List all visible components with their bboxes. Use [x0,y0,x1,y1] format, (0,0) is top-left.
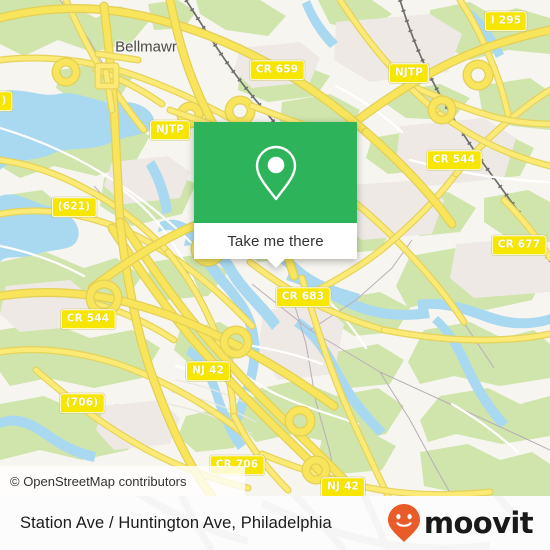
road-shield-i-295[interactable]: I 295 [484,11,528,31]
map-pin-icon [255,145,296,200]
road-shield-njtp-west[interactable]: NJTP [149,120,191,140]
location-title: Station Ave / Huntington Ave, Philadelph… [20,513,332,532]
road-shield-cr-659[interactable]: CR 659 [249,60,305,80]
moovit-pin-smiley-icon [387,504,420,542]
road-shield-cr-544-west[interactable]: CR 544 [60,309,116,329]
attribution-text: © OpenStreetMap contributors [10,473,187,489]
popup-footer[interactable]: Take me there [194,223,357,268]
road-shield-clipped-left[interactable]: ) [0,91,13,111]
take-me-there-button[interactable]: Take me there [227,233,323,250]
map-attribution: © OpenStreetMap contributors [0,466,245,496]
road-shield-621[interactable]: (621) [51,197,97,217]
road-shield-nj-42-south[interactable]: NJ 42 [321,477,365,496]
moovit-map-screenshot: .lc { fill:#cfe5ab; } .wat { fill:#a9d9f… [0,0,550,550]
road-shield-nj-42-mid[interactable]: NJ 42 [186,361,230,381]
road-shield-cr-677[interactable]: CR 677 [491,235,547,255]
road-shield-706[interactable]: (706) [59,393,105,413]
road-shield-njtp-north[interactable]: NJTP [388,63,430,83]
map-canvas[interactable]: .lc { fill:#cfe5ab; } .wat { fill:#a9d9f… [0,0,550,496]
footer-bar: Station Ave / Huntington Ave, Philadelph… [0,496,550,550]
road-shield-cr-544-east[interactable]: CR 544 [426,150,482,170]
moovit-logo[interactable]: moovit [387,503,550,543]
location-popup[interactable]: Take me there [194,122,357,268]
place-label-bellmawr: Bellmawr [115,38,177,56]
moovit-wordmark: moovit [423,505,534,540]
popup-tail [266,259,285,268]
popup-header [194,122,357,223]
road-shield-cr-683[interactable]: CR 683 [275,287,331,307]
